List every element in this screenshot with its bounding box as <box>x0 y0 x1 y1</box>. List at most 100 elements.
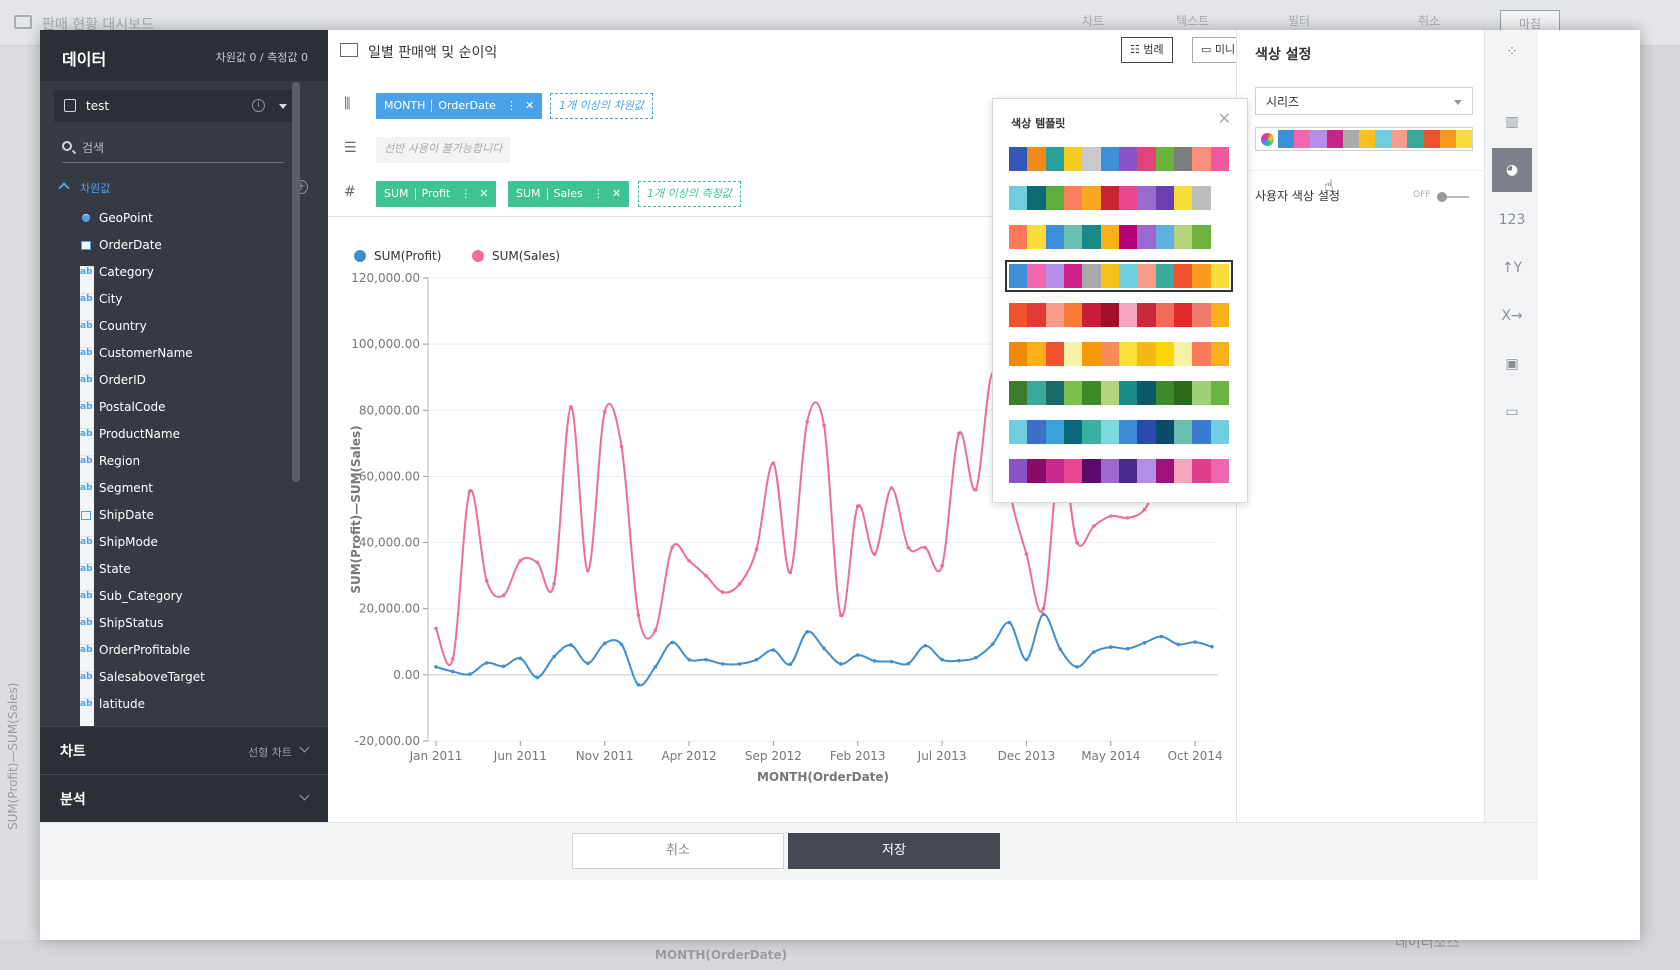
chevron-down-icon[interactable] <box>299 790 310 801</box>
data-point <box>754 657 759 662</box>
field-item[interactable]: ab Segment <box>80 476 310 540</box>
data-point <box>771 461 776 465</box>
chart-title[interactable]: 일별 판매액 및 순이익 <box>368 42 497 62</box>
color-bar[interactable] <box>1255 127 1473 151</box>
data-point <box>586 661 590 666</box>
field-item[interactable]: GeoPoint <box>80 206 310 233</box>
color-swatch <box>1118 264 1138 288</box>
field-item[interactable]: ab OrderProfitable <box>80 638 310 702</box>
legend-button[interactable]: ☷ 범례 <box>1121 37 1173 63</box>
palette-row[interactable] <box>1005 260 1233 292</box>
field-item[interactable]: OrderDate <box>80 233 310 260</box>
info-icon[interactable]: i <box>252 99 265 112</box>
close-icon[interactable]: ✕ <box>479 187 488 200</box>
close-icon[interactable]: ✕ <box>525 99 534 112</box>
scatter-icon[interactable]: ⁘ <box>1492 30 1532 74</box>
chevron-down-icon[interactable] <box>299 742 310 753</box>
search-placeholder: 검색 <box>82 141 105 155</box>
palette-icon[interactable]: ◕ <box>1492 148 1532 192</box>
close-icon[interactable]: ✕ <box>612 187 621 200</box>
dimension-pill[interactable]: MONTH OrderDate ⋮ ✕ <box>376 93 543 119</box>
dimension-header[interactable]: 차원값 + <box>58 180 308 200</box>
field-item[interactable]: ab ShipMode <box>80 530 310 594</box>
palette-row[interactable] <box>1009 381 1229 405</box>
field-item[interactable]: ab CustomerName <box>80 341 310 405</box>
cancel-tool[interactable]: 취소 <box>1418 12 1440 29</box>
field-item[interactable]: ShipDate <box>80 503 310 530</box>
bar-chart-icon[interactable]: ▥ <box>1492 100 1532 144</box>
field-item[interactable]: ab latitude <box>80 692 310 756</box>
close-icon[interactable]: ✕ <box>1218 109 1231 128</box>
pill-menu-icon[interactable]: ⋮ <box>506 99 517 112</box>
palette-row[interactable] <box>1009 225 1229 249</box>
color-swatch <box>1155 147 1174 171</box>
palette-row[interactable] <box>1009 459 1229 483</box>
field-item[interactable]: ab Region <box>80 449 310 513</box>
field-name: Region <box>99 454 141 468</box>
tooltip-icon[interactable]: ▭ <box>1492 390 1532 434</box>
color-swatch <box>1118 186 1138 210</box>
dashboard-icon <box>14 15 32 29</box>
analysis-section[interactable]: 분석 <box>40 774 328 828</box>
palette-row[interactable] <box>1009 342 1229 366</box>
color-swatch <box>1027 264 1046 288</box>
color-wheel-icon[interactable] <box>1261 133 1274 146</box>
pill-menu-icon[interactable]: ⋮ <box>460 187 471 200</box>
pill-menu-icon[interactable]: ⋮ <box>593 187 604 200</box>
field-name: ShipStatus <box>99 616 164 630</box>
palette-row[interactable] <box>1009 147 1229 171</box>
text-icon[interactable]: ▣ <box>1492 342 1532 386</box>
measure-pill-sales[interactable]: SUM Sales ⋮ ✕ <box>508 181 630 207</box>
data-point <box>670 545 674 550</box>
caret-down-icon[interactable] <box>279 104 287 109</box>
field-item[interactable]: ab Country <box>80 314 310 378</box>
datasource-name: test <box>86 99 110 113</box>
number-format-icon[interactable]: 123 <box>1492 198 1532 242</box>
user-color-toggle[interactable] <box>1437 192 1469 202</box>
color-swatch <box>1009 264 1028 288</box>
chart-section[interactable]: 차트 선형 차트 <box>40 726 328 774</box>
data-point <box>704 657 708 662</box>
field-item[interactable]: ab Category <box>80 260 310 324</box>
data-point <box>1024 552 1029 556</box>
palette-row[interactable] <box>1009 420 1229 444</box>
color-swatch <box>1063 264 1083 288</box>
search-icon <box>62 141 72 151</box>
color-swatch <box>1137 264 1156 288</box>
search-input[interactable]: 검색 <box>62 135 284 163</box>
measure-placeholder[interactable]: 1개 이상의 측정값 <box>638 181 741 207</box>
cancel-button[interactable]: 취소 <box>572 833 784 869</box>
datasource-select[interactable]: test i <box>54 90 299 122</box>
data-point <box>518 656 523 661</box>
chart-icon <box>340 43 358 57</box>
field-item[interactable]: ab State <box>80 557 310 621</box>
color-swatch <box>1063 342 1083 366</box>
scrollbar[interactable] <box>292 82 300 482</box>
text-tool[interactable]: 텍스트 <box>1176 12 1209 29</box>
data-point <box>1108 514 1113 518</box>
field-item[interactable]: ab PostalCode <box>80 395 310 459</box>
field-item[interactable]: ab ProductName <box>80 422 310 486</box>
field-item[interactable]: ab Sub_Category <box>80 584 310 648</box>
save-button[interactable]: 저장 <box>788 833 1000 869</box>
column-placeholder[interactable]: 1개 이상의 차원값 <box>550 93 653 119</box>
palette-row[interactable] <box>1009 303 1229 327</box>
palette-row[interactable] <box>1009 186 1229 210</box>
color-swatch <box>1100 381 1119 405</box>
data-point <box>990 642 995 646</box>
column-shelf-icon: ⫼ <box>344 96 351 112</box>
measure-pill-profit[interactable]: SUM Profit ⋮ ✕ <box>376 181 497 207</box>
x-axis-icon[interactable]: X→ <box>1492 294 1532 338</box>
field-item[interactable]: ab City <box>80 287 310 351</box>
chart-tool[interactable]: 차트 <box>1082 12 1104 29</box>
filter-tool[interactable]: 필터 <box>1288 12 1310 29</box>
data-point <box>940 657 944 662</box>
chevron-up-icon[interactable] <box>58 182 70 194</box>
y-axis-icon[interactable]: ↑Y <box>1492 246 1532 290</box>
x-tick-label: May 2014 <box>1081 749 1140 763</box>
color-type-select[interactable]: 시리즈 <box>1255 87 1473 115</box>
field-item[interactable]: ab SalesaboveTarget <box>80 665 310 729</box>
data-point <box>484 661 489 665</box>
field-item[interactable]: ab ShipStatus <box>80 611 310 675</box>
field-item[interactable]: ab OrderID <box>80 368 310 432</box>
